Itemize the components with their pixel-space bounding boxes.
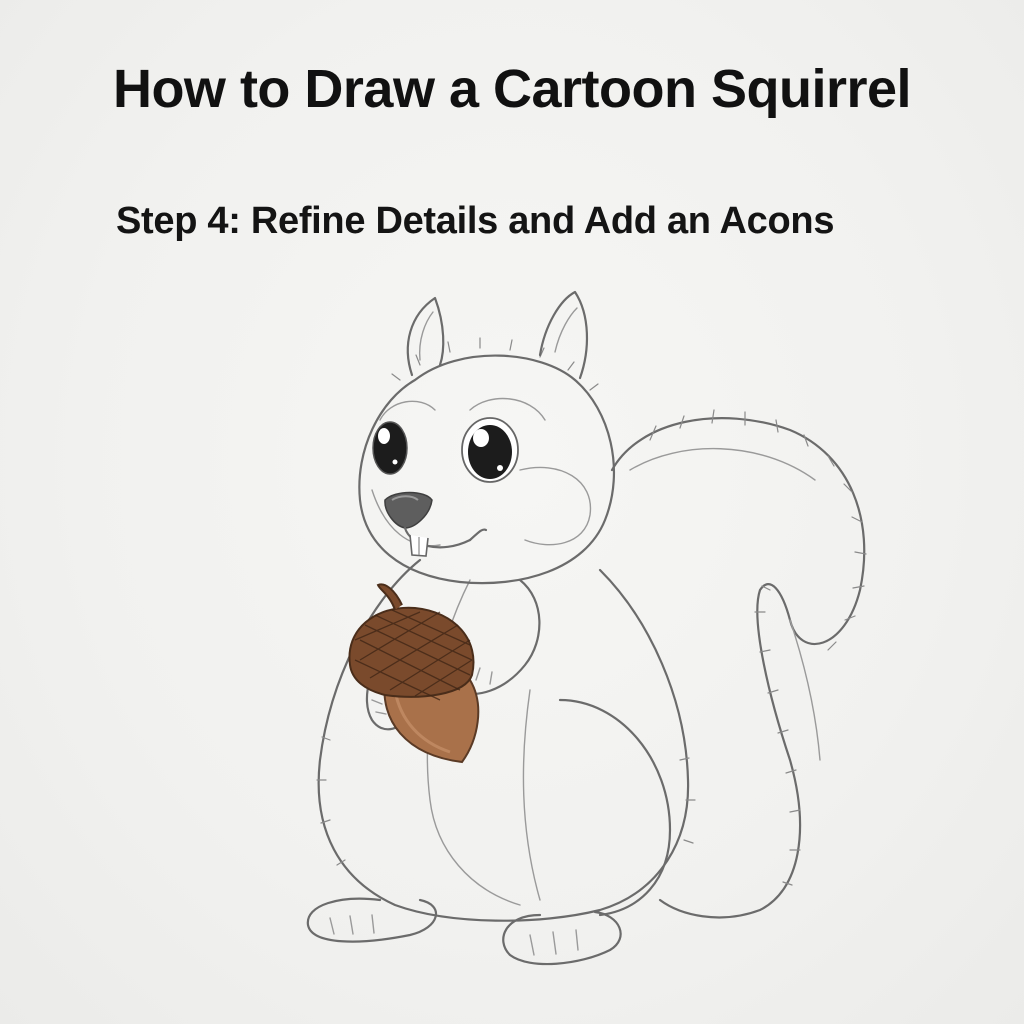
feet-outline [306,897,622,966]
acorn-icon [348,583,480,764]
right-eye [461,417,519,483]
squirrel-drawing [306,290,867,966]
tutorial-page: How to Draw a Cartoon Squirrel Step 4: R… [0,0,1024,1024]
nose-and-mouth [384,491,488,557]
tail-outline [610,409,867,919]
left-eye [372,421,408,475]
ears-outline [406,290,588,380]
eyes [372,417,519,483]
body-outline [316,558,696,922]
